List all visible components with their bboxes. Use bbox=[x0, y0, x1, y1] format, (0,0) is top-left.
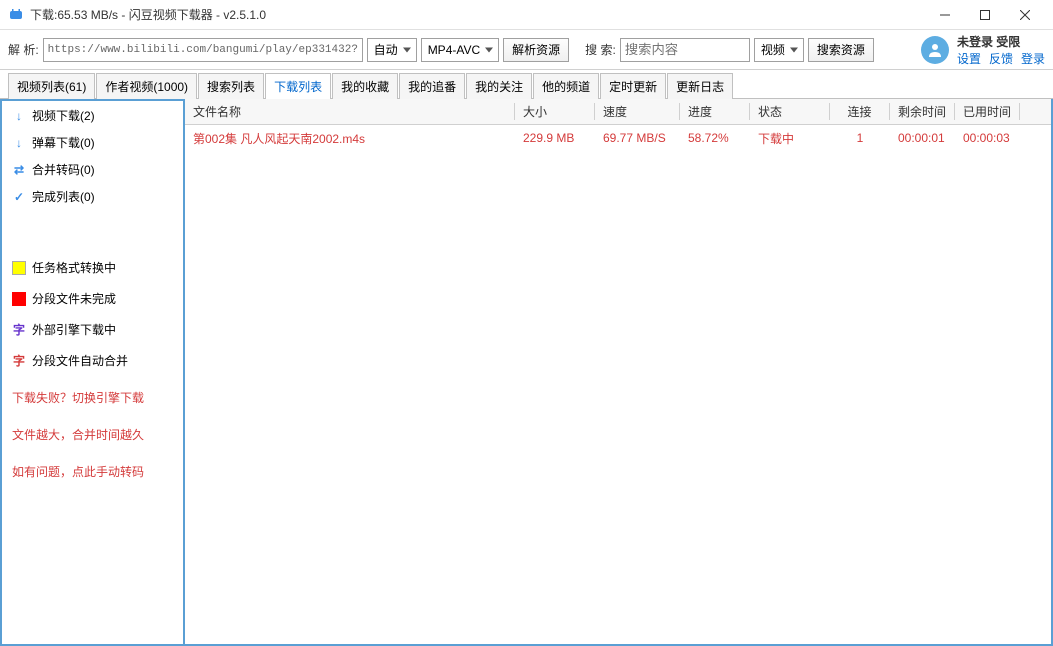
col-header-status[interactable]: 状态 bbox=[750, 103, 830, 120]
download-table: 文件名称 大小 速度 进度 状态 连接 剩余时间 已用时间 第002集 凡人风起… bbox=[185, 99, 1053, 646]
col-header-speed[interactable]: 速度 bbox=[595, 103, 680, 120]
table-header: 文件名称 大小 速度 进度 状态 连接 剩余时间 已用时间 bbox=[185, 99, 1051, 125]
login-status: 未登录 受限 bbox=[957, 33, 1020, 50]
table-row[interactable]: 第002集 凡人风起天南2002.m4s 229.9 MB 69.77 MB/S… bbox=[185, 125, 1051, 151]
search-label: 搜 索: bbox=[585, 41, 616, 58]
search-type-select[interactable]: 视频 bbox=[754, 38, 804, 62]
quality-select[interactable]: 自动 bbox=[367, 38, 417, 62]
sidebar: ↓ 视频下载(2) ↓ 弹幕下载(0) ⇄ 合并转码(0) ✓ 完成列表(0) … bbox=[0, 99, 185, 646]
col-header-name[interactable]: 文件名称 bbox=[185, 103, 515, 120]
url-input[interactable] bbox=[43, 38, 363, 62]
red-box-icon bbox=[12, 292, 26, 306]
search-input[interactable] bbox=[620, 38, 750, 62]
tab-scheduled[interactable]: 定时更新 bbox=[600, 73, 666, 99]
settings-link[interactable]: 设置 bbox=[957, 50, 981, 67]
sidebar-item-video-download[interactable]: ↓ 视频下载(2) bbox=[12, 107, 173, 124]
col-header-remain[interactable]: 剩余时间 bbox=[890, 103, 955, 120]
login-link[interactable]: 登录 bbox=[1021, 50, 1045, 67]
tab-changelog[interactable]: 更新日志 bbox=[667, 73, 733, 99]
cell-name: 第002集 凡人风起天南2002.m4s bbox=[185, 130, 515, 147]
parse-button[interactable]: 解析资源 bbox=[503, 38, 569, 62]
download-icon: ↓ bbox=[12, 109, 26, 123]
avatar[interactable] bbox=[921, 36, 949, 64]
col-header-elapsed[interactable]: 已用时间 bbox=[955, 103, 1020, 120]
tab-video-list[interactable]: 视频列表(61) bbox=[8, 73, 95, 99]
search-button[interactable]: 搜索资源 bbox=[808, 38, 874, 62]
col-header-conn[interactable]: 连接 bbox=[830, 103, 890, 120]
sidebar-item-completed[interactable]: ✓ 完成列表(0) bbox=[12, 188, 173, 205]
cell-progress: 58.72% bbox=[680, 131, 750, 145]
tab-following[interactable]: 我的关注 bbox=[466, 73, 532, 99]
toolbar: 解 析: 自动 MP4-AVC 解析资源 搜 索: 视频 搜索资源 未登录 受限… bbox=[0, 30, 1053, 70]
cell-elapsed: 00:00:03 bbox=[955, 131, 1020, 145]
legend-external-engine: 字 外部引擎下载中 bbox=[12, 321, 173, 338]
check-icon: ✓ bbox=[12, 190, 26, 204]
tab-author-video[interactable]: 作者视频(1000) bbox=[96, 73, 197, 99]
yellow-box-icon bbox=[12, 261, 26, 275]
legend-incomplete: 分段文件未完成 bbox=[12, 290, 173, 307]
maximize-button[interactable] bbox=[965, 0, 1005, 30]
tab-bar: 视频列表(61) 作者视频(1000) 搜索列表 下载列表 我的收藏 我的追番 … bbox=[0, 70, 1053, 99]
legend-auto-merge: 字 分段文件自动合并 bbox=[12, 352, 173, 369]
format-select[interactable]: MP4-AVC bbox=[421, 38, 499, 62]
legend-converting: 任务格式转换中 bbox=[12, 259, 173, 276]
cell-status: 下载中 bbox=[750, 130, 830, 147]
app-icon bbox=[8, 7, 24, 23]
link-manual-transcode[interactable]: 如有问题，点此手动转码 bbox=[12, 463, 173, 480]
cell-remain: 00:00:01 bbox=[890, 131, 955, 145]
cell-speed: 69.77 MB/S bbox=[595, 131, 680, 145]
tab-favorites[interactable]: 我的收藏 bbox=[332, 73, 398, 99]
tab-download-list[interactable]: 下载列表 bbox=[265, 73, 331, 99]
tab-bangumi[interactable]: 我的追番 bbox=[399, 73, 465, 99]
link-switch-engine[interactable]: 下载失败？切换引擎下载 bbox=[12, 389, 173, 406]
download-icon: ↓ bbox=[12, 136, 26, 150]
feedback-link[interactable]: 反馈 bbox=[989, 50, 1013, 67]
sidebar-item-danmaku-download[interactable]: ↓ 弹幕下载(0) bbox=[12, 134, 173, 151]
window-title: 下载:65.53 MB/s - 闪豆视频下载器 - v2.5.1.0 bbox=[30, 6, 925, 23]
zi-icon: 字 bbox=[12, 352, 26, 369]
sidebar-item-merge[interactable]: ⇄ 合并转码(0) bbox=[12, 161, 173, 178]
tab-search-list[interactable]: 搜索列表 bbox=[198, 73, 264, 99]
parse-label: 解 析: bbox=[8, 41, 39, 58]
cell-size: 229.9 MB bbox=[515, 131, 595, 145]
zi-icon: 字 bbox=[12, 321, 26, 338]
close-button[interactable] bbox=[1005, 0, 1045, 30]
user-area: 未登录 受限 设置 反馈 登录 bbox=[921, 33, 1045, 67]
link-merge-time[interactable]: 文件越大，合并时间越久 bbox=[12, 426, 173, 443]
cell-conn: 1 bbox=[830, 131, 890, 145]
convert-icon: ⇄ bbox=[12, 163, 26, 177]
col-header-progress[interactable]: 进度 bbox=[680, 103, 750, 120]
tab-his-channel[interactable]: 他的频道 bbox=[533, 73, 599, 99]
minimize-button[interactable] bbox=[925, 0, 965, 30]
titlebar: 下载:65.53 MB/s - 闪豆视频下载器 - v2.5.1.0 bbox=[0, 0, 1053, 30]
col-header-size[interactable]: 大小 bbox=[515, 103, 595, 120]
